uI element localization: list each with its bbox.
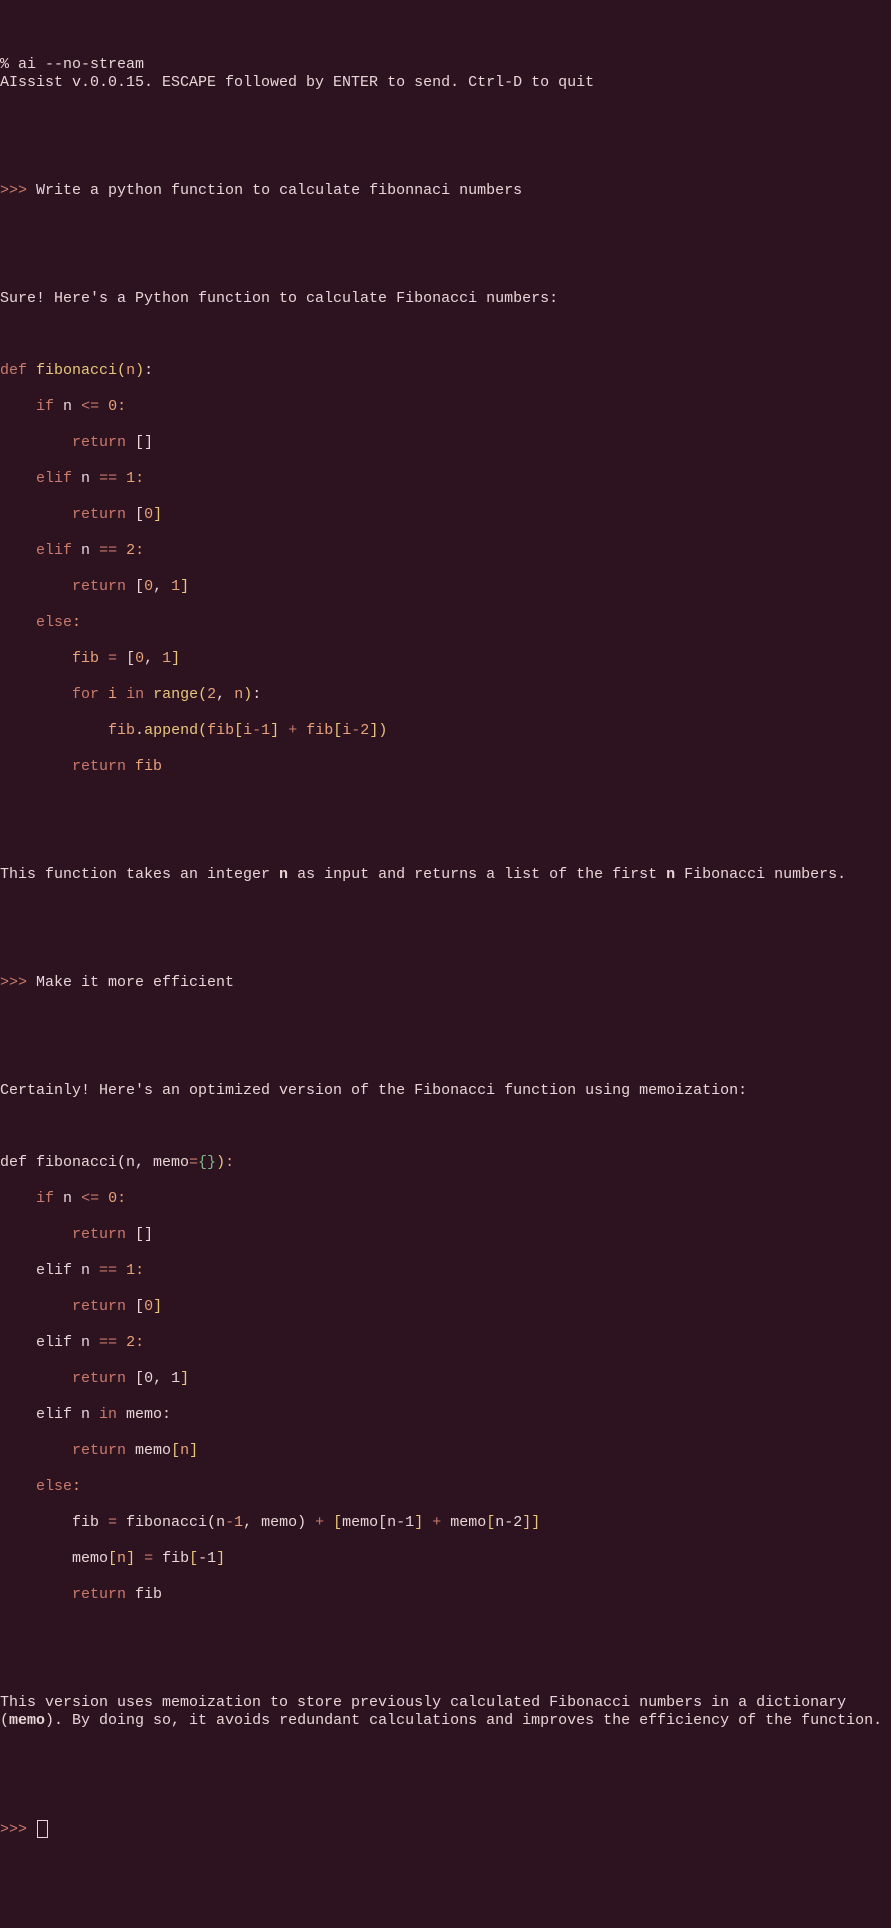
code-line: else:	[0, 614, 891, 632]
code-line: elif n == 2:	[0, 542, 891, 560]
code-line: return fib	[0, 1586, 891, 1604]
repl-prompt: >>>	[0, 974, 27, 991]
code-line: if n <= 0:	[0, 1190, 891, 1208]
code-line: return memo[n]	[0, 1442, 891, 1460]
shell-prompt: %	[0, 56, 9, 73]
code-line: def fibonacci(n):	[0, 362, 891, 380]
code-line: for i in range(2, n):	[0, 686, 891, 704]
code-line: return []	[0, 434, 891, 452]
shell-line: % ai --no-stream	[0, 56, 891, 74]
code-line: return [0]	[0, 1298, 891, 1316]
assistant-outro-2: This version uses memoization to store p…	[0, 1694, 891, 1730]
code-line: return [0]	[0, 506, 891, 524]
assistant-outro-1: This function takes an integer n as inpu…	[0, 866, 891, 884]
code-line: return [0, 1]	[0, 578, 891, 596]
repl-input-line[interactable]: >>>	[0, 1820, 891, 1839]
repl-prompt: >>>	[0, 182, 27, 199]
code-line: return [0, 1]	[0, 1370, 891, 1388]
code-line: else:	[0, 1478, 891, 1496]
assistant-intro-2: Certainly! Here's an optimized version o…	[0, 1082, 891, 1100]
code-line: fib.append(fib[i-1] + fib[i-2])	[0, 722, 891, 740]
user-turn-2: >>> Make it more efficient	[0, 974, 891, 992]
cursor	[37, 1820, 48, 1838]
user-turn-1: >>> Write a python function to calculate…	[0, 182, 891, 200]
code-line: elif n in memo:	[0, 1406, 891, 1424]
code-line: elif n == 1:	[0, 1262, 891, 1280]
shell-command: ai --no-stream	[18, 56, 144, 73]
code-line: elif n == 2:	[0, 1334, 891, 1352]
code-line: fib = fibonacci(n-1, memo) + [memo[n-1] …	[0, 1514, 891, 1532]
code-line: memo[n] = fib[-1]	[0, 1550, 891, 1568]
terminal[interactable]: % ai --no-streamAIssist v.0.0.15. ESCAPE…	[0, 56, 891, 1857]
code-line: elif n == 1:	[0, 470, 891, 488]
assistant-intro-1: Sure! Here's a Python function to calcul…	[0, 290, 891, 308]
code-line: if n <= 0:	[0, 398, 891, 416]
code-line: fib = [0, 1]	[0, 650, 891, 668]
repl-prompt: >>>	[0, 1821, 27, 1838]
code-line: return []	[0, 1226, 891, 1244]
code-line: def fibonacci(n, memo={}):	[0, 1154, 891, 1172]
user-input: Make it more efficient	[36, 974, 234, 991]
code-line: return fib	[0, 758, 891, 776]
banner: AIssist v.0.0.15. ESCAPE followed by ENT…	[0, 74, 891, 92]
user-input: Write a python function to calculate fib…	[36, 182, 522, 199]
